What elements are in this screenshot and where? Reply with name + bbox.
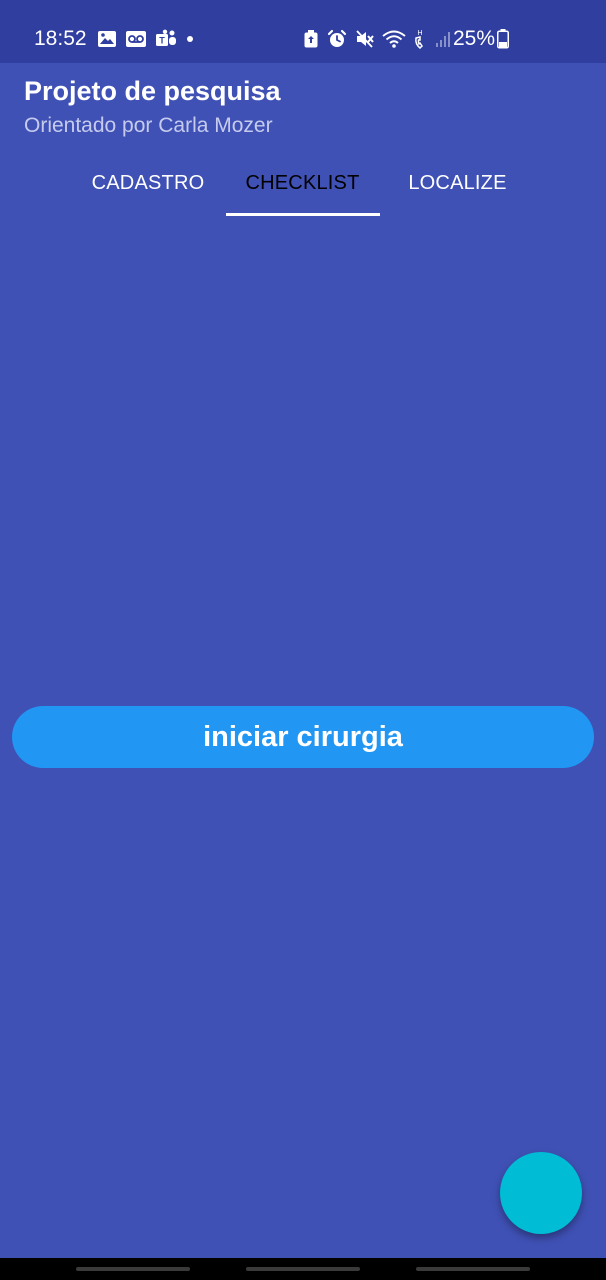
battery-icon	[497, 29, 509, 49]
alarm-icon	[326, 29, 348, 49]
battery-percent: 25%	[453, 27, 496, 50]
recent-apps-handle[interactable]	[76, 1267, 190, 1271]
selected-tab-indicator	[226, 213, 380, 216]
teams-icon: T	[155, 29, 177, 49]
tab-checklist[interactable]: CHECKLIST	[225, 150, 380, 216]
status-bar: 18:52 T H 25%	[0, 0, 606, 63]
notification-icons: T	[97, 28, 195, 50]
image-icon	[97, 30, 117, 48]
hd-call-icon: H	[413, 28, 427, 50]
signal-icon	[434, 29, 454, 49]
tab-bar: CADASTRO CHECKLIST LOCALIZE	[0, 150, 606, 218]
battery-saver-icon	[303, 29, 319, 49]
system-icons: H	[303, 28, 454, 50]
floating-action-button[interactable]	[500, 1152, 582, 1234]
status-time: 18:52	[34, 27, 87, 50]
wifi-icon	[382, 29, 406, 49]
mute-icon	[355, 29, 375, 49]
svg-text:T: T	[159, 36, 165, 46]
system-navigation-bar	[0, 1258, 606, 1280]
dot-icon	[185, 30, 195, 48]
back-handle[interactable]	[416, 1267, 530, 1271]
home-handle[interactable]	[246, 1267, 360, 1271]
tab-cadastro[interactable]: CADASTRO	[71, 150, 225, 216]
start-surgery-button[interactable]: iniciar cirurgia	[12, 706, 594, 768]
page-title: Projeto de pesquisa	[24, 76, 281, 106]
tab-localize[interactable]: LOCALIZE	[380, 150, 535, 216]
page-subtitle: Orientado por Carla Mozer	[24, 114, 273, 137]
voicemail-icon	[125, 30, 147, 48]
svg-text:H: H	[417, 30, 422, 37]
